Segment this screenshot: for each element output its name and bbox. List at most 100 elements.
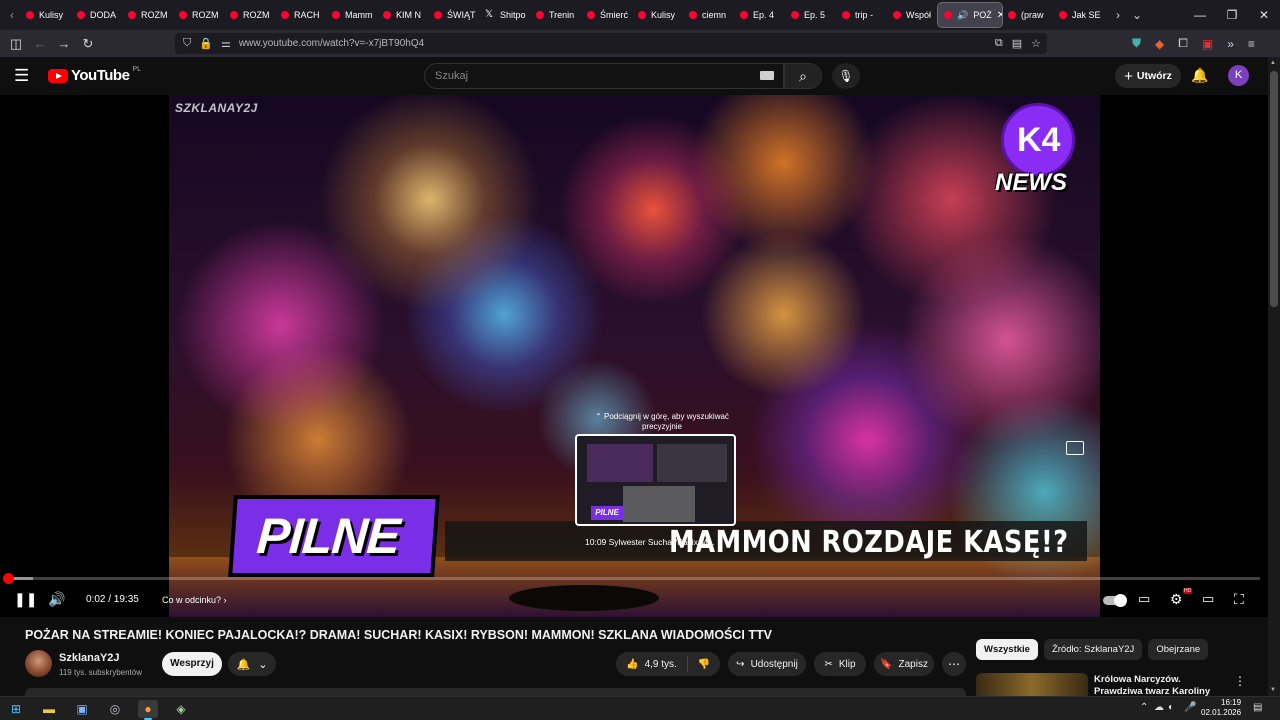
subscription-bell-button[interactable]: 🔔 ⌄: [228, 652, 276, 676]
scrubber-handle[interactable]: [3, 573, 14, 584]
tray-overflow-icon[interactable]: ⌃: [1140, 702, 1148, 713]
shield-icon[interactable]: ⛉: [183, 37, 191, 50]
browser-tab[interactable]: Śmierć: [581, 3, 632, 27]
tray-app-icon[interactable]: ◐: [1168, 702, 1174, 713]
chip-all[interactable]: Wszystkie: [976, 639, 1038, 660]
browser-tab[interactable]: ciemn: [683, 3, 734, 27]
browser-tab[interactable]: Jak SE: [1053, 3, 1104, 27]
more-actions-icon[interactable]: ⋯: [942, 652, 966, 676]
browser-tab[interactable]: Trenin: [530, 3, 581, 27]
scroll-up-icon[interactable]: ▲: [1270, 60, 1276, 66]
permissions-icon[interactable]: ⚌: [221, 37, 231, 50]
channel-name[interactable]: SzklanaY2J: [59, 652, 120, 664]
extension-badge-icon[interactable]: ▣: [1202, 37, 1213, 51]
browser-tab[interactable]: ROZM: [224, 3, 275, 27]
steam-icon[interactable]: ◎: [105, 700, 125, 718]
microphone-tray-icon[interactable]: 🎤: [1184, 702, 1196, 713]
browser-tab[interactable]: ROZM: [122, 3, 173, 27]
progress-bar[interactable]: [8, 577, 1260, 580]
url-text[interactable]: www.youtube.com/watch?v=-x7jBT90hQ4: [239, 38, 424, 49]
menu-hamburger-icon[interactable]: ☰: [14, 67, 32, 85]
browser-tab[interactable]: (praw: [1002, 3, 1053, 27]
tray-app-icon[interactable]: ☁: [1154, 702, 1164, 713]
chip-watched[interactable]: Obejrzane: [1148, 639, 1209, 660]
page-scrollbar[interactable]: ▲ ▼: [1268, 57, 1280, 696]
recommendation-thumbnail[interactable]: [976, 673, 1088, 696]
system-clock[interactable]: 16:19 02.01.2026: [1201, 698, 1241, 718]
overflow-chevron-icon[interactable]: »: [1227, 37, 1234, 51]
recommendation-title[interactable]: Królowa Narcyzów. Prawdziwa twarz Karoli…: [1094, 674, 1226, 696]
restore-icon[interactable]: ❐: [1216, 8, 1248, 22]
minimize-icon[interactable]: —: [1184, 8, 1216, 22]
list-all-tabs-icon[interactable]: ⌄: [1132, 8, 1142, 22]
scroll-down-icon[interactable]: ▼: [1270, 687, 1276, 693]
chapter-button[interactable]: Co w odcinku? ›: [162, 595, 227, 605]
sidebar-toggle-icon[interactable]: ◫: [4, 36, 28, 52]
youtube-logo[interactable]: YouTube PL: [48, 66, 141, 84]
chip-source[interactable]: Źródło: SzklanaY2J: [1043, 639, 1143, 660]
close-window-icon[interactable]: ✕: [1248, 8, 1280, 22]
extensions-puzzle-icon[interactable]: ⧠: [1178, 36, 1188, 51]
browser-tab[interactable]: Mamm: [326, 3, 377, 27]
account-avatar[interactable]: K: [1228, 65, 1249, 86]
browser-tab[interactable]: Współ: [887, 3, 938, 27]
speaker-playing-icon[interactable]: 🔊: [957, 10, 968, 21]
browser-tab[interactable]: Kulisy: [632, 3, 683, 27]
picture-in-picture-icon[interactable]: ⧉: [995, 37, 1003, 50]
like-button[interactable]: 👍 4,9 tys.: [616, 656, 688, 672]
support-button[interactable]: Wesprzyj: [162, 652, 222, 676]
search-button[interactable]: ⌕: [784, 63, 822, 89]
miniplayer-icon[interactable]: [1066, 441, 1084, 455]
tab-scroll-right-icon[interactable]: ›: [1116, 8, 1120, 22]
keyboard-icon[interactable]: [760, 71, 774, 80]
notifications-icon[interactable]: ▤: [1253, 702, 1262, 713]
clip-button[interactable]: ✂ Klip: [814, 652, 866, 676]
start-windows-icon[interactable]: ⊞: [6, 700, 26, 718]
pause-icon[interactable]: ❚❚: [14, 591, 37, 608]
dislike-button[interactable]: 👎: [688, 659, 720, 670]
save-button[interactable]: 🔖 Zapisz: [874, 652, 934, 676]
video-player[interactable]: SZKLANAY2J K4 NEWS PILNE MAMMON ROZDAJE …: [0, 95, 1268, 617]
scrollbar-thumb[interactable]: [1270, 71, 1278, 307]
back-icon[interactable]: ←: [28, 36, 52, 51]
browser-tab[interactable]: Ep. 5: [785, 3, 836, 27]
browser-tab[interactable]: 𝕏 Shitpo: [479, 3, 530, 27]
browser-tab[interactable]: KIM N: [377, 3, 428, 27]
bookmark-star-icon[interactable]: ☆: [1031, 37, 1041, 50]
create-button[interactable]: + Utwórz: [1115, 64, 1181, 88]
taskbar-app-icon[interactable]: ◈: [171, 700, 191, 718]
theater-mode-icon[interactable]: ▭: [1202, 591, 1214, 607]
browser-tab[interactable]: ROZM: [173, 3, 224, 27]
share-button[interactable]: ↪ Udostępnij: [728, 652, 806, 676]
extension-shield-icon[interactable]: ⛊: [1132, 36, 1141, 51]
recommendation-more-icon[interactable]: ⋮: [1234, 674, 1246, 688]
browser-tab[interactable]: trip -: [836, 3, 887, 27]
extension-fox-icon[interactable]: ◆: [1155, 37, 1164, 51]
browser-tab[interactable]: DODA: [71, 3, 122, 27]
tab-scroll-left-icon[interactable]: ‹: [4, 8, 20, 22]
file-explorer-icon[interactable]: ▬: [39, 700, 59, 718]
reader-view-icon[interactable]: ▤: [1012, 37, 1022, 50]
autoplay-toggle[interactable]: [1103, 594, 1127, 607]
reload-icon[interactable]: ↻: [76, 36, 100, 52]
description-box[interactable]: [25, 688, 966, 696]
forward-icon[interactable]: →: [52, 36, 76, 51]
subtitles-icon[interactable]: ▭: [1138, 591, 1150, 607]
browser-tab[interactable]: Kulisy: [20, 3, 71, 27]
volume-icon[interactable]: 🔊: [48, 591, 65, 608]
browser-tab-active[interactable]: 🔊 POŻ ✕: [937, 2, 1003, 28]
fullscreen-icon[interactable]: ⛶: [1234, 591, 1244, 608]
firefox-icon[interactable]: ●: [138, 700, 158, 720]
settings-gear-icon[interactable]: ⚙: [1170, 591, 1183, 608]
browser-tab[interactable]: ŚWIĄT: [428, 3, 479, 27]
lock-icon[interactable]: 🔒: [199, 37, 213, 50]
taskbar-app-icon[interactable]: ▣: [72, 700, 92, 718]
browser-tab[interactable]: RACH: [275, 3, 326, 27]
address-bar[interactable]: ⛉ 🔒 ⚌ www.youtube.com/watch?v=-x7jBT90hQ…: [175, 33, 1047, 54]
search-input[interactable]: Szukaj: [424, 63, 784, 89]
browser-tab[interactable]: Ep. 4: [734, 3, 785, 27]
channel-avatar[interactable]: [25, 650, 52, 677]
notifications-bell-icon[interactable]: 🔔: [1191, 67, 1208, 84]
voice-search-button[interactable]: 🎙: [832, 63, 860, 89]
app-menu-icon[interactable]: ≡: [1248, 37, 1255, 51]
